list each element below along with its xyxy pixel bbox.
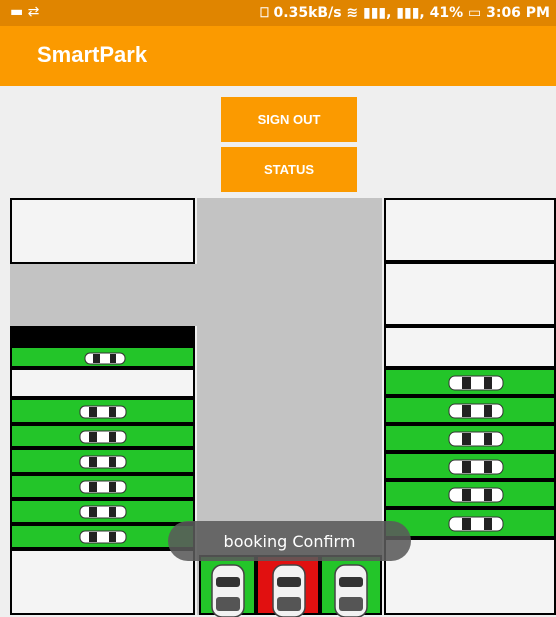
parking-spot-left-4[interactable] bbox=[10, 398, 195, 424]
car-icon bbox=[448, 487, 504, 503]
car-icon bbox=[79, 430, 127, 444]
parking-spot-left-blocked bbox=[10, 326, 195, 348]
car-icon bbox=[79, 530, 127, 544]
toast-message: booking Confirm bbox=[168, 521, 411, 561]
parking-spot-right-1[interactable] bbox=[384, 198, 556, 262]
car-icon bbox=[79, 505, 127, 519]
car-icon bbox=[448, 403, 504, 419]
app-title: SmartPark bbox=[37, 42, 148, 67]
parking-spot-left-9[interactable] bbox=[10, 524, 195, 549]
car-top-icon bbox=[334, 564, 368, 617]
car-icon bbox=[448, 516, 504, 532]
car-top-icon bbox=[211, 564, 245, 617]
parking-spot-left-7[interactable] bbox=[10, 474, 195, 499]
car-icon bbox=[84, 352, 126, 365]
side-road bbox=[10, 264, 197, 326]
parking-spot-right-5[interactable] bbox=[384, 396, 556, 424]
parking-spot-right-8[interactable] bbox=[384, 480, 556, 508]
parking-spot-left-5[interactable] bbox=[10, 424, 195, 448]
parking-spot-right-6[interactable] bbox=[384, 424, 556, 452]
status-left-icons: ▬ ⇄ bbox=[10, 4, 40, 20]
parking-spot-left-8[interactable] bbox=[10, 499, 195, 524]
parking-spot-right-10[interactable] bbox=[384, 538, 556, 615]
parking-spot-right-7[interactable] bbox=[384, 452, 556, 480]
parking-spot-right-4[interactable] bbox=[384, 368, 556, 396]
status-button[interactable]: STATUS bbox=[221, 147, 357, 192]
parking-spot-left-3[interactable] bbox=[10, 368, 195, 398]
parking-spot-right-2[interactable] bbox=[384, 262, 556, 326]
car-icon bbox=[448, 459, 504, 475]
parking-spot-right-3[interactable] bbox=[384, 326, 556, 368]
car-icon bbox=[79, 480, 127, 494]
car-icon bbox=[448, 431, 504, 447]
sign-out-button[interactable]: SIGN OUT bbox=[221, 97, 357, 142]
status-bar: ▬ ⇄ ⎕ 0.35kB/s ≋ ▮▮▮, ▮▮▮, 41% ▭ 3:06 PM bbox=[0, 0, 556, 26]
car-icon bbox=[448, 375, 504, 391]
status-info: ⎕ 0.35kB/s ≋ ▮▮▮, ▮▮▮, 41% ▭ 3:06 PM bbox=[260, 5, 550, 21]
parking-spot-left-6[interactable] bbox=[10, 448, 195, 474]
parking-spot-left-10[interactable] bbox=[10, 549, 195, 615]
app-bar: SmartPark bbox=[0, 26, 556, 86]
parking-spot-left-2[interactable] bbox=[10, 346, 195, 368]
parking-spot-bottom-1[interactable] bbox=[199, 555, 256, 617]
parking-spot-bottom-3[interactable] bbox=[320, 555, 382, 617]
parking-spot-left-1[interactable] bbox=[10, 198, 195, 264]
car-icon bbox=[79, 455, 127, 469]
car-top-icon bbox=[272, 564, 306, 617]
car-icon bbox=[79, 405, 127, 419]
parking-spot-bottom-2-booked[interactable] bbox=[256, 555, 320, 617]
